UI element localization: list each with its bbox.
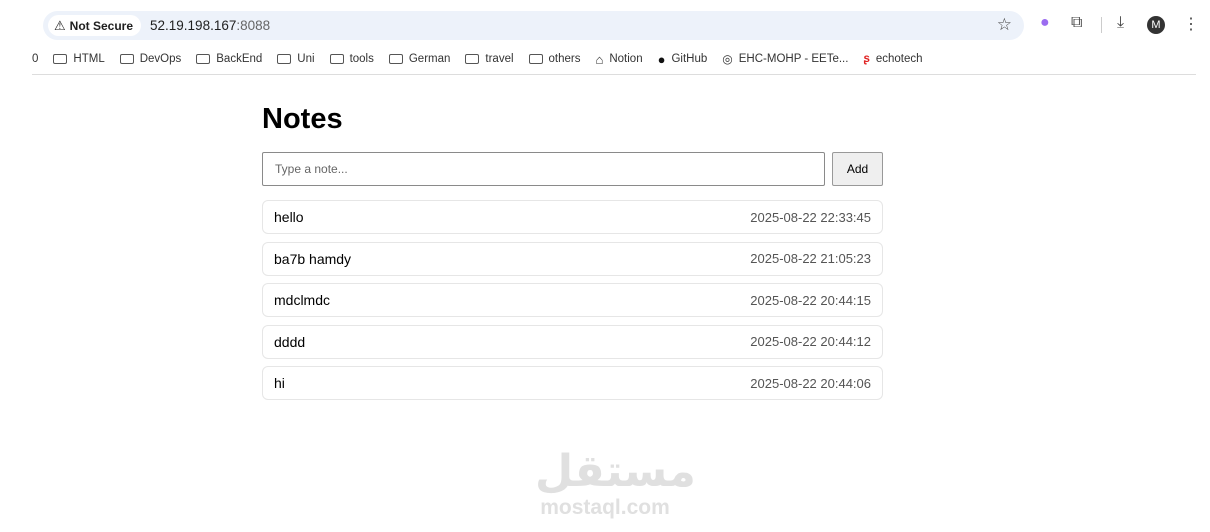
echotech-icon: ʂ <box>863 53 870 65</box>
note-text: mdclmdc <box>274 292 331 308</box>
mostaql-watermark: مستقل mostaql.com <box>535 446 696 520</box>
profile-avatar[interactable]: M <box>1147 16 1165 34</box>
bookmark-label: German <box>408 53 451 65</box>
extensions-puzzle-icon[interactable]: ⧉ <box>1071 14 1082 32</box>
toolbar-divider-line <box>32 74 1196 75</box>
note-text: ba7b hamdy <box>274 250 352 267</box>
page-title: Notes <box>262 103 343 135</box>
bookmark-label: travel <box>485 53 514 65</box>
note-text: hi <box>274 375 285 391</box>
bookmark-item[interactable]: Uni <box>277 53 315 65</box>
note-item: hi 2025-08-22 20:44:06 <box>262 366 883 400</box>
bookmark-item[interactable]: ⌂ Notion <box>596 52 643 67</box>
bookmark-item[interactable]: HTML <box>53 53 105 65</box>
note-item: mdclmdc 2025-08-22 20:44:15 <box>262 283 883 317</box>
bookmark-label: HTML <box>73 53 105 65</box>
bookmark-item[interactable]: DevOps <box>119 53 182 65</box>
menu-kebab-icon[interactable]: ⋮ <box>1183 14 1199 34</box>
note-timestamp: 2025-08-22 20:44:15 <box>750 292 871 308</box>
folder-icon <box>329 54 344 64</box>
bookmark-label: DevOps <box>139 53 182 65</box>
bookmark-item[interactable]: ʂ echotech <box>863 53 922 65</box>
note-input[interactable] <box>262 152 825 186</box>
bookmark-label: EHC-MOHP - EETe... <box>738 53 849 65</box>
folder-icon <box>388 54 403 64</box>
add-button[interactable]: Add <box>832 152 883 186</box>
bookmark-item[interactable]: 0 <box>32 53 38 65</box>
folder-icon <box>53 54 68 64</box>
security-label: Not Secure <box>69 18 134 33</box>
watermark-arabic: مستقل <box>535 446 696 497</box>
note-form: Add <box>262 152 883 186</box>
address-bar[interactable]: ⚠ Not Secure 52.19.198.167:8088 ☆ <box>43 11 1024 40</box>
note-text: hello <box>274 209 304 225</box>
bookmark-item[interactable]: German <box>388 53 451 65</box>
bookmark-label: Notion <box>609 53 643 65</box>
toolbar-divider <box>1101 17 1102 33</box>
bookmark-label: tools <box>349 53 374 65</box>
browser-toolbar: ⚠ Not Secure 52.19.198.167:8088 ☆ ● ⧉ ⤓ M… <box>0 0 1210 48</box>
security-chip[interactable]: ⚠ Not Secure <box>48 15 142 36</box>
url-text[interactable]: 52.19.198.167:8088 <box>150 18 270 33</box>
watermark-latin: mostaql.com <box>540 496 670 519</box>
note-timestamp: 2025-08-22 21:05:23 <box>750 251 871 266</box>
bookmark-label: Uni <box>297 53 315 65</box>
bookmarks-bar: 0 HTML DevOps BackEnd Uni tools German travel ot… <box>0 48 938 70</box>
warning-icon: ⚠ <box>54 17 66 33</box>
bookmark-item[interactable]: travel <box>465 53 514 65</box>
bookmark-item[interactable]: ◎ EHC-MOHP - EETe... <box>722 52 848 66</box>
note-timestamp: 2025-08-22 22:33:45 <box>750 209 871 225</box>
bookmark-item[interactable]: others <box>528 53 581 65</box>
notes-app: Notes Add hello 2025-08-22 22:33:45 ba7b h… <box>262 100 883 408</box>
folder-icon <box>277 54 292 64</box>
download-icon[interactable]: ⤓ <box>1117 14 1124 32</box>
bookmark-item[interactable]: ● GitHub <box>658 52 708 67</box>
folder-icon <box>528 54 543 64</box>
url-host: 52.19.198.167 <box>150 18 237 33</box>
notion-icon: ⌂ <box>595 51 604 67</box>
note-item: hello 2025-08-22 22:33:45 <box>262 200 883 234</box>
notes-list: hello 2025-08-22 22:33:45 ba7b hamdy 2025-0… <box>262 200 883 400</box>
note-timestamp: 2025-08-22 20:44:06 <box>750 375 871 391</box>
bookmark-label: echotech <box>875 53 923 65</box>
folder-icon <box>465 54 480 64</box>
bookmark-label: others <box>548 53 581 65</box>
bookmark-star-icon[interactable]: ☆ <box>997 15 1012 35</box>
bookmark-item[interactable]: tools <box>329 53 374 65</box>
bookmark-label: 0 <box>32 53 39 65</box>
bookmark-label: GitHub <box>671 53 708 65</box>
github-icon: ● <box>657 51 666 67</box>
note-timestamp: 2025-08-22 20:44:12 <box>750 334 871 349</box>
site-icon: ◎ <box>722 52 733 66</box>
note-text: dddd <box>274 333 306 350</box>
folder-icon <box>196 54 211 64</box>
folder-icon <box>119 54 134 64</box>
note-item: dddd 2025-08-22 20:44:12 <box>262 324 883 359</box>
extension-brain-icon[interactable]: ● <box>1040 14 1050 32</box>
url-port: :8088 <box>236 18 271 33</box>
bookmark-label: BackEnd <box>216 53 263 65</box>
note-item: ba7b hamdy 2025-08-22 21:05:23 <box>262 241 883 276</box>
bookmark-item[interactable]: BackEnd <box>196 53 262 65</box>
